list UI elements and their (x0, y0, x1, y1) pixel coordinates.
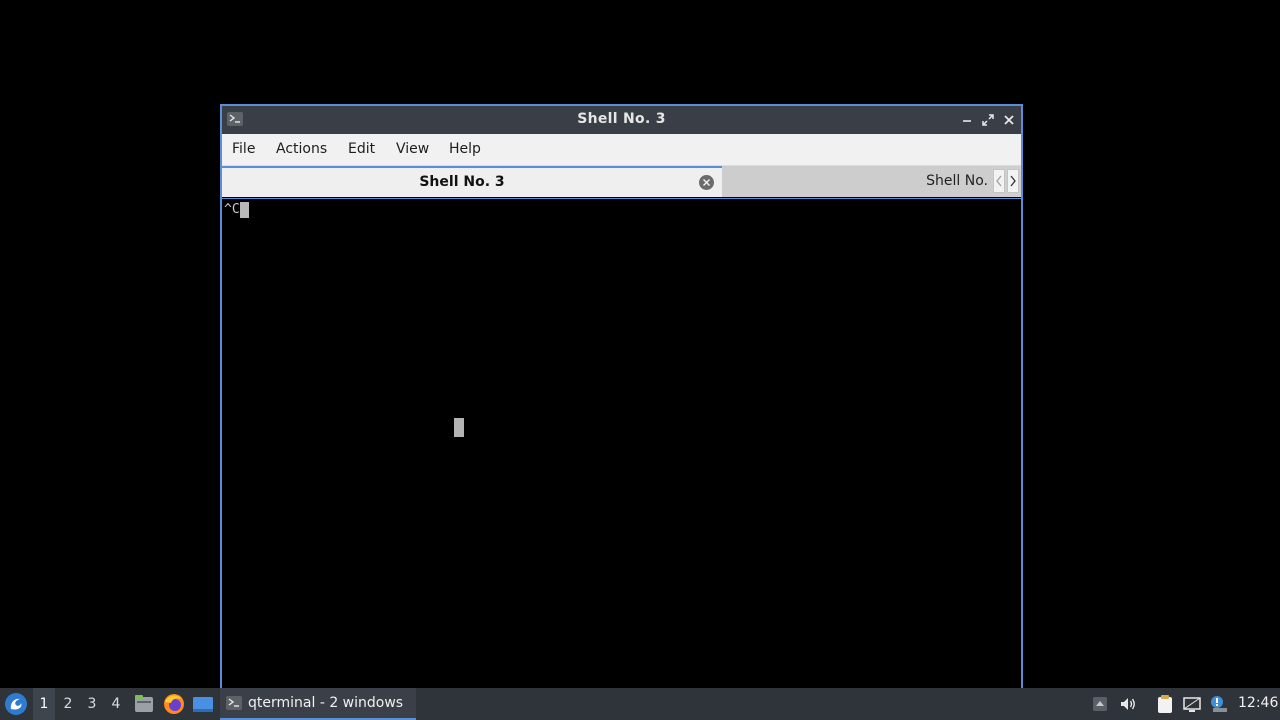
tab-bar: Shell No. 3 Shell No. (222, 166, 1021, 197)
terminal-output-line: ^C (224, 202, 249, 218)
terminal-icon (226, 696, 242, 710)
menu-edit[interactable]: Edit (348, 141, 375, 157)
menu-view[interactable]: View (396, 141, 429, 157)
maximize-button[interactable] (980, 112, 996, 128)
qterminal-window[interactable]: Shell No. 3 File Actions Edit View Help … (220, 104, 1023, 690)
terminal-area[interactable]: ^C (222, 198, 1021, 690)
taskbar-task-qterminal[interactable]: qterminal - 2 windows (220, 688, 416, 720)
update-notifier-icon[interactable] (1209, 694, 1229, 714)
desktop: Shell No. 3 File Actions Edit View Help … (0, 0, 1280, 690)
firefox-icon[interactable] (163, 693, 185, 715)
tray-expand-icon[interactable] (1090, 694, 1110, 714)
window-title: Shell No. 3 (577, 111, 666, 127)
taskbar: 1 2 3 4 qterminal - 2 windows 12:46 (0, 688, 1280, 720)
show-desktop-icon[interactable] (192, 693, 214, 715)
menu-file[interactable]: File (232, 141, 255, 157)
window-titlebar[interactable]: Shell No. 3 (222, 106, 1021, 134)
menu-help[interactable]: Help (449, 141, 481, 157)
workspace-4[interactable]: 4 (105, 688, 127, 720)
workspace-2[interactable]: 2 (57, 688, 79, 720)
menu-actions[interactable]: Actions (276, 141, 327, 157)
tab-shell-other[interactable]: Shell No. (722, 166, 992, 197)
clipboard-icon[interactable] (1155, 694, 1175, 714)
workspace-3[interactable]: 3 (81, 688, 103, 720)
volume-icon[interactable] (1118, 694, 1138, 714)
task-label: qterminal - 2 windows (248, 695, 404, 711)
mouse-pointer (454, 418, 464, 437)
tab-label: Shell No. (926, 173, 988, 189)
terminal-cursor (239, 202, 249, 218)
clock[interactable]: 12:46 (1238, 695, 1278, 711)
start-menu-icon[interactable] (4, 692, 28, 716)
tab-scroll-left-icon[interactable] (993, 169, 1005, 193)
menu-bar: File Actions Edit View Help (222, 134, 1021, 166)
file-manager-icon[interactable] (133, 693, 155, 715)
close-button[interactable] (1001, 112, 1017, 128)
minimize-button[interactable] (959, 112, 975, 128)
terminal-text: ^C (224, 202, 240, 217)
network-icon[interactable] (1182, 694, 1202, 714)
tab-scroll-right-icon[interactable] (1007, 169, 1019, 193)
tab-shell-3[interactable]: Shell No. 3 (222, 166, 722, 197)
tab-label: Shell No. 3 (419, 174, 505, 190)
workspace-1[interactable]: 1 (33, 688, 55, 720)
tab-close-icon[interactable] (698, 174, 715, 191)
